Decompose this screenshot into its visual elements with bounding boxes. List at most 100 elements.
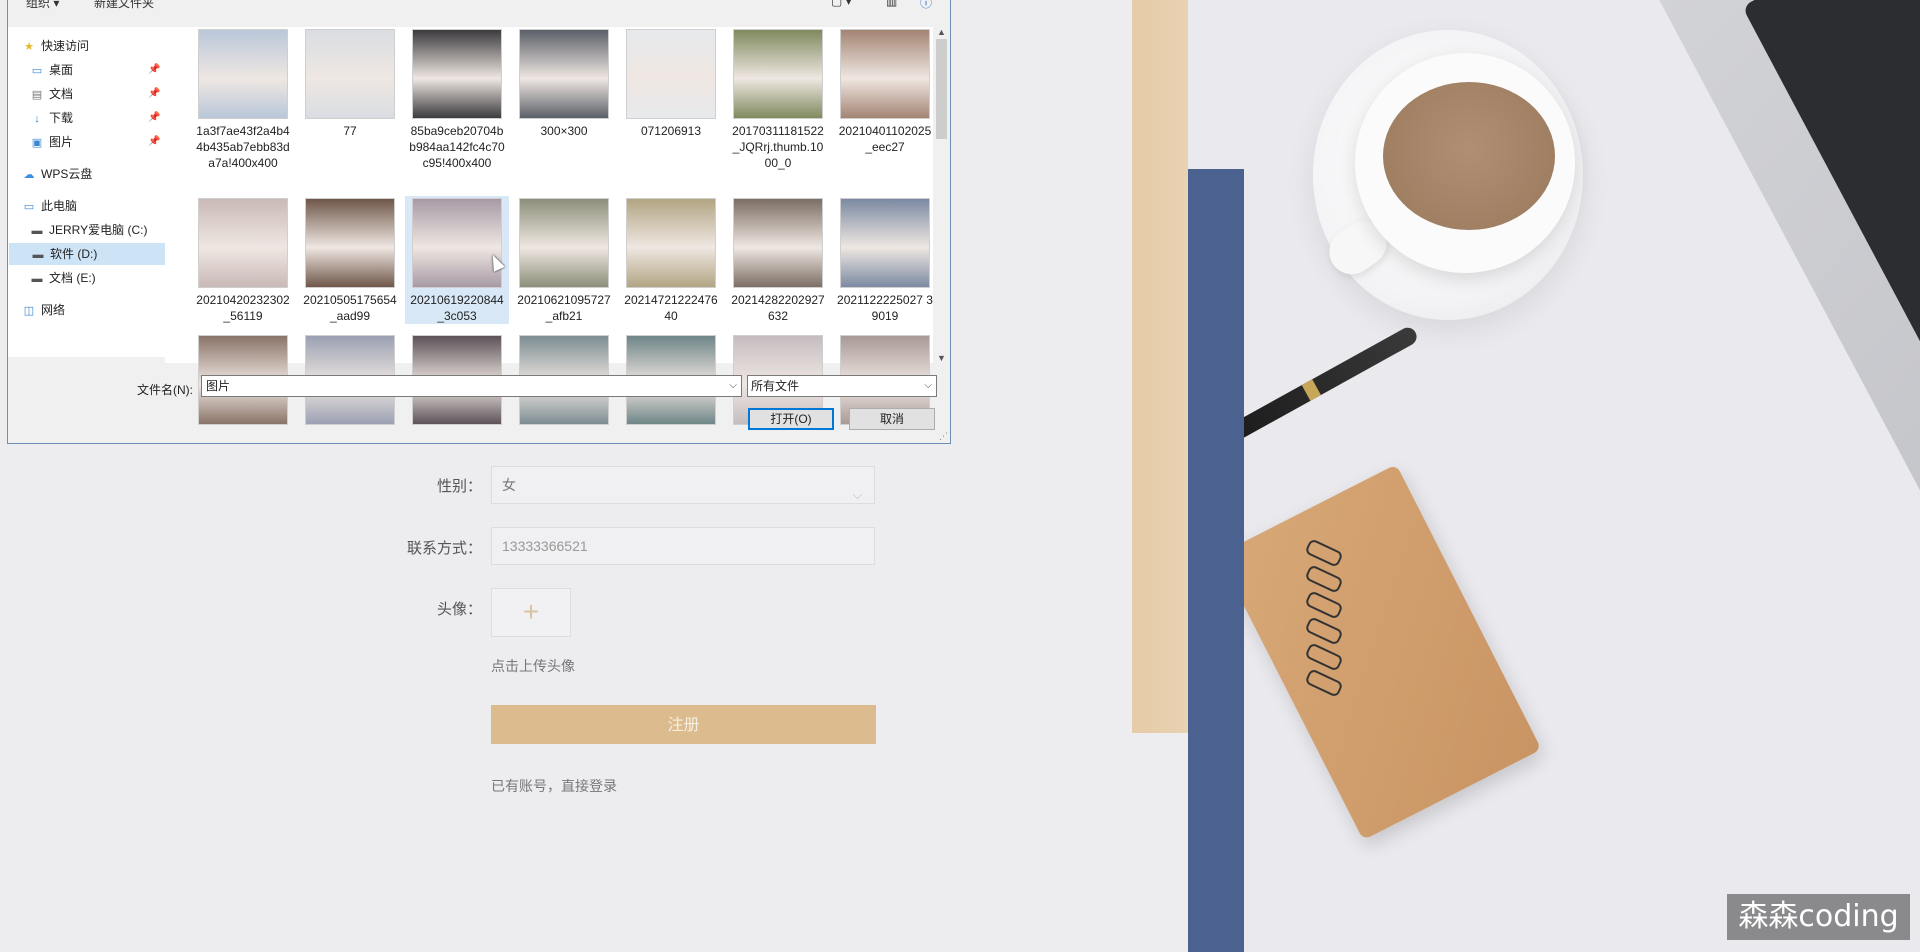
nav-item-label: WPS云盘 <box>41 167 93 181</box>
file-item[interactable]: 2021472122247640 <box>619 196 723 324</box>
file-thumbnail <box>733 29 823 119</box>
view-options-icon[interactable]: ▢ ▾ <box>831 0 852 8</box>
nav-item-1[interactable]: ▭ 桌面 <box>30 59 73 81</box>
file-name: 20170311181522_JQRrj.thumb.1000_0 <box>732 124 824 170</box>
scroll-thumb[interactable] <box>936 39 947 139</box>
file-thumbnail <box>519 198 609 288</box>
nav-item-7[interactable]: ▬ JERRY爱电脑 (C:) <box>30 219 148 241</box>
nav-item-label: 文档 (E:) <box>49 271 96 285</box>
preview-pane-icon[interactable]: ▥ <box>886 0 897 8</box>
file-name: 20210619220844_3c053 <box>410 293 504 323</box>
contact-label: 联系方式： <box>406 540 482 557</box>
file-name: 77 <box>343 124 357 138</box>
nav-item-8[interactable]: ▬ 软件 (D:) <box>9 243 165 265</box>
file-name: 300×300 <box>540 124 588 138</box>
navy-panel <box>1188 169 1244 952</box>
file-thumbnail <box>626 29 716 119</box>
scroll-down-icon[interactable]: ▼ <box>933 353 950 363</box>
file-item[interactable]: 2021122225027 39019 <box>833 196 937 324</box>
nav-item-10[interactable]: ◫ 网络 <box>22 299 65 321</box>
file-item[interactable]: 20210401102025_eec27 <box>833 27 937 155</box>
file-item[interactable]: 20170311181522_JQRrj.thumb.1000_0 <box>726 27 830 171</box>
drive-icon: ▬ <box>32 249 44 261</box>
file-item[interactable]: 85ba9ceb20704bb984aa142fc4c70c95!400x400 <box>405 27 509 171</box>
gender-select[interactable]: 女 ⌵ <box>491 466 875 504</box>
chevron-down-icon: ⌵ <box>852 488 862 502</box>
file-thumbnail <box>305 29 395 119</box>
chevron-down-icon[interactable]: ⌵ <box>729 376 737 396</box>
new-folder-button[interactable]: 新建文件夹 <box>94 0 154 10</box>
nav-item-label: 桌面 <box>49 63 74 77</box>
file-item[interactable]: 20210621095727_afb21 <box>512 196 616 324</box>
file-thumbnail <box>733 198 823 288</box>
file-thumbnail <box>412 29 502 119</box>
vertical-scrollbar[interactable]: ▲ ▼ <box>933 27 950 363</box>
drive-icon: ▬ <box>31 225 43 237</box>
filetype-select[interactable]: 所有文件 ⌵ <box>747 375 937 397</box>
scroll-up-icon[interactable]: ▲ <box>933 27 950 37</box>
help-icon[interactable]: ⓘ <box>920 0 932 10</box>
file-name: 20210401102025_eec27 <box>838 124 932 154</box>
plus-icon: + <box>522 596 540 627</box>
register-button[interactable]: 注册 <box>491 705 876 744</box>
file-item[interactable]: 300×300 <box>512 27 616 139</box>
nav-item-9[interactable]: ▬ 文档 (E:) <box>30 267 96 289</box>
filename-input[interactable]: 图片 ⌵ <box>201 375 742 397</box>
contact-placeholder: 13333366521 <box>502 538 588 554</box>
filename-value: 图片 <box>206 379 231 393</box>
open-button[interactable]: 打开(O) <box>748 408 834 430</box>
file-name: 20210420232302_56119 <box>196 293 290 323</box>
nav-item-2[interactable]: ▤ 文档 <box>30 83 73 105</box>
nav-item-label: JERRY爱电脑 (C:) <box>49 223 148 237</box>
navigation-pane: ★ 快速访问 ▭ 桌面 📌 ▤ 文档 📌 ↓ 下载 📌 ▣ 图片 📌 ☁ WPS云盘 ▭ 此电脑 ▬ JERRY爱电脑… <box>8 27 165 357</box>
nav-item-label: 文档 <box>49 87 74 101</box>
file-item[interactable]: 20214282202927632 <box>726 196 830 324</box>
contact-input[interactable]: 13333366521 <box>491 527 875 565</box>
notebook-spiral-image <box>1304 538 1344 715</box>
computer-icon: ▭ <box>23 201 35 213</box>
file-thumbnail <box>519 29 609 119</box>
notebook-image <box>1218 464 1542 841</box>
file-item[interactable]: 20210505175654_aad99 <box>298 196 402 324</box>
nav-item-label: 软件 (D:) <box>50 247 98 261</box>
nav-item-5[interactable]: ☁ WPS云盘 <box>22 163 93 185</box>
file-thumbnail <box>840 198 930 288</box>
nav-item-4[interactable]: ▣ 图片 <box>30 131 73 153</box>
file-item[interactable]: 77 <box>298 27 402 139</box>
pin-icon: 📌 <box>148 112 161 123</box>
resize-grip-icon[interactable]: ⋰ <box>939 431 948 442</box>
nav-item-label: 图片 <box>49 135 74 149</box>
avatar-upload-button[interactable]: + <box>491 588 571 637</box>
cancel-button[interactable]: 取消 <box>849 408 935 430</box>
nav-item-6[interactable]: ▭ 此电脑 <box>22 195 77 217</box>
pen-image <box>1218 324 1420 447</box>
watermark: 森森coding <box>1727 894 1910 940</box>
file-grid: 1a3f7ae43f2a4b44b435ab7ebb83da7a!400x400… <box>165 27 938 425</box>
nav-item-label: 快速访问 <box>41 39 90 53</box>
document-icon: ▤ <box>31 89 43 101</box>
drive-icon: ▬ <box>31 273 43 285</box>
file-thumbnail <box>412 198 502 288</box>
network-icon: ◫ <box>23 305 35 317</box>
file-item[interactable]: 20210420232302_56119 <box>191 196 295 324</box>
decorative-strip <box>1132 0 1188 733</box>
file-thumbnail <box>305 198 395 288</box>
file-name: 1a3f7ae43f2a4b44b435ab7ebb83da7a!400x400 <box>196 124 290 170</box>
file-item[interactable]: 071206913 <box>619 27 723 139</box>
organize-menu[interactable]: 组织 ▾ <box>26 0 59 10</box>
pin-icon: 📌 <box>148 88 161 99</box>
nav-item-0[interactable]: ★ 快速访问 <box>22 35 89 57</box>
upload-hint: 点击上传头像 <box>491 658 575 674</box>
file-thumbnail <box>626 198 716 288</box>
nav-item-label: 网络 <box>41 303 66 317</box>
chevron-down-icon[interactable]: ⌵ <box>924 376 932 396</box>
avatar-label: 头像： <box>436 601 482 618</box>
gender-value: 女 <box>502 477 516 493</box>
pictures-icon: ▣ <box>31 137 43 149</box>
nav-item-3[interactable]: ↓ 下载 <box>30 107 73 129</box>
file-item[interactable]: 1a3f7ae43f2a4b44b435ab7ebb83da7a!400x400 <box>191 27 295 171</box>
pin-icon: 📌 <box>148 64 161 75</box>
laptop-image <box>1638 0 1920 596</box>
dialog-toolbar: 组织 ▾ 新建文件夹 ▢ ▾ ▥ ⓘ <box>8 0 950 10</box>
login-link[interactable]: 已有账号，直接登录 <box>491 776 617 796</box>
